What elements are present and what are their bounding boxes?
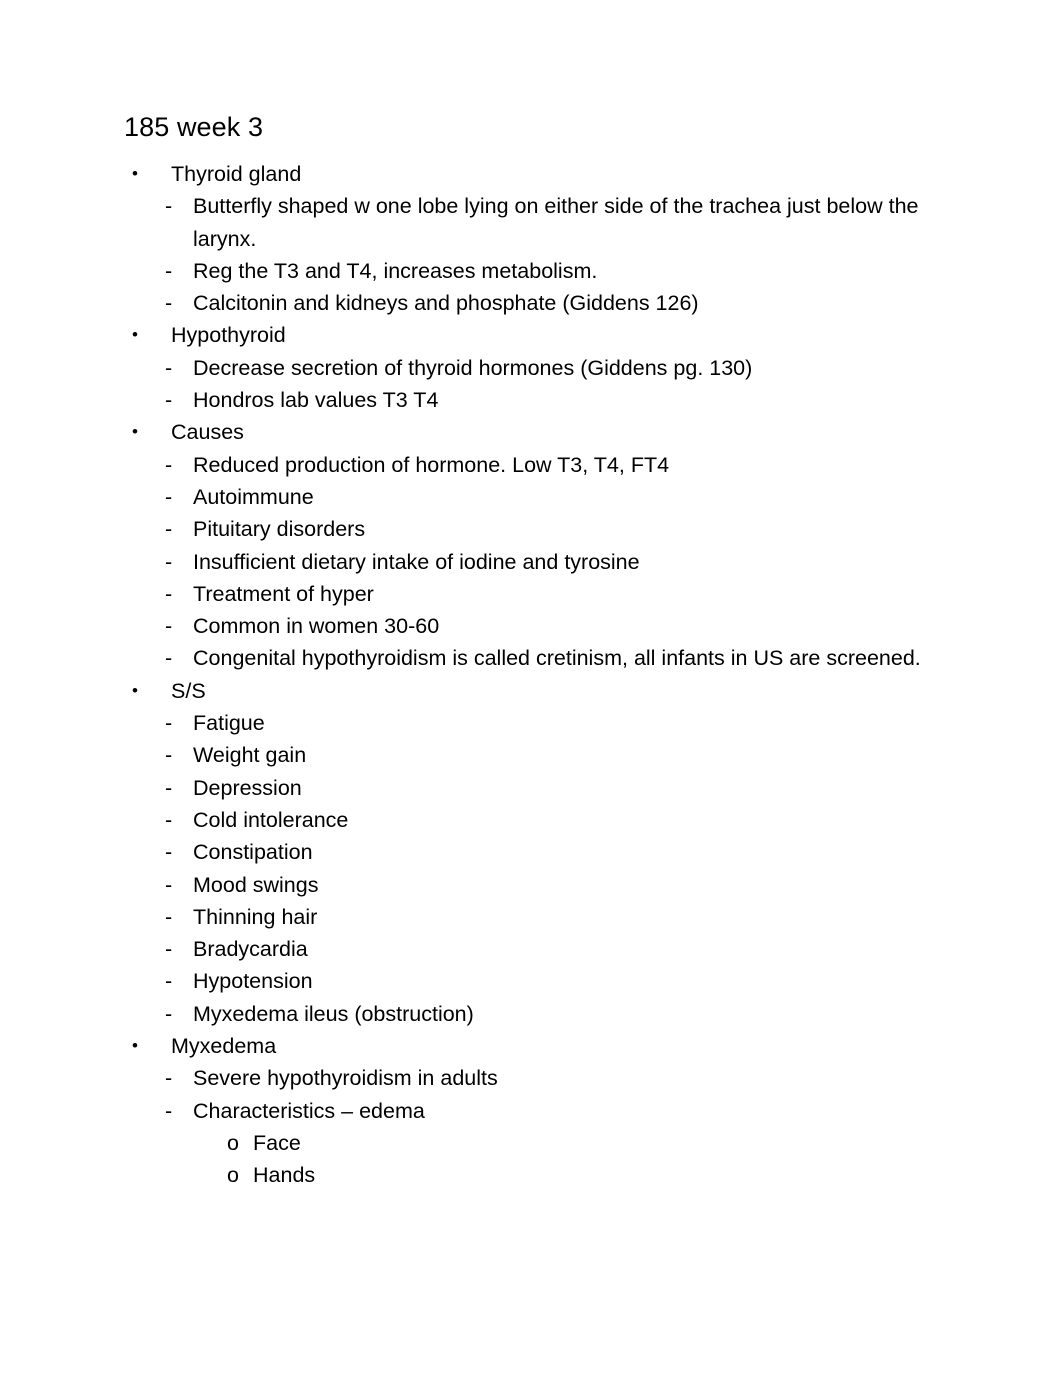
bullet-marker-level-2: -	[165, 581, 173, 606]
outline-item-level-2: - Calcitonin and kidneys and phosphate (G…	[165, 287, 930, 319]
outline-item-text: Reduced production of hormone. Low T3, T…	[193, 452, 670, 477]
outline-list: • Thyroid gland - Butterfly shaped w one lo…	[124, 158, 930, 1192]
outline-item-level-2: - Mood swings	[165, 869, 930, 901]
outline-item-text: Butterfly shaped w one lobe lying on eit…	[193, 194, 919, 251]
outline-item-text: Constipation	[193, 840, 313, 865]
bullet-marker-level-3: o	[227, 1130, 239, 1155]
bullet-marker-level-2: -	[165, 1098, 173, 1123]
page-title: 185 week 3	[124, 112, 264, 142]
outline-item-text: Decrease secretion of thyroid hormones (…	[193, 355, 753, 380]
outline-item-level-2: - Treatment of hyper	[165, 578, 930, 610]
outline-item-text: Hondros lab values T3 T4	[193, 388, 439, 413]
outline-item-text: Thinning hair	[193, 904, 318, 929]
bullet-marker-level-2: -	[165, 194, 173, 219]
outline-item-text: Fatigue	[193, 711, 265, 736]
bullet-marker-level-2: -	[165, 484, 173, 509]
outline-item-text: Myxedema ileus (obstruction)	[193, 1001, 474, 1026]
outline-item-level-2: - Autoimmune	[165, 481, 930, 513]
bullet-marker-level-2: -	[165, 904, 173, 929]
outline-item-level-2: - Reduced production of hormone. Low T3, …	[165, 449, 930, 481]
outline-item-level-3: o Face	[227, 1127, 930, 1159]
bullet-marker-level-2: -	[165, 388, 173, 413]
outline-item-level-2: - Thinning hair	[165, 901, 930, 933]
outline-item-text: Hands	[253, 1163, 316, 1188]
outline-item-level-2: - Cold intolerance	[165, 804, 930, 836]
outline-item-level-1: • S/S	[132, 675, 930, 707]
outline-item-level-2: - Butterfly shaped w one lobe lying on ei…	[165, 190, 930, 255]
outline-item-text: Insufficient dietary intake of iodine an…	[193, 549, 640, 574]
outline-item-level-2: - Common in women 30-60	[165, 610, 930, 642]
outline-item-level-3: o Hands	[227, 1159, 930, 1191]
outline-item-level-2: - Myxedema ileus (obstruction)	[165, 998, 930, 1030]
bullet-marker-level-2: -	[165, 937, 173, 962]
bullet-marker-level-2: -	[165, 775, 173, 800]
bullet-marker-level-1: •	[132, 1036, 138, 1056]
outline-item-level-2: - Insufficient dietary intake of iodine a…	[165, 546, 930, 578]
outline-item-level-2: - Decrease secretion of thyroid hormones …	[165, 352, 930, 384]
outline-item-text: Severe hypothyroidism in adults	[193, 1066, 498, 1091]
outline-item-level-1: • Thyroid gland	[132, 158, 930, 190]
bullet-marker-level-2: -	[165, 1066, 173, 1091]
outline-item-level-2: - Congenital hypothyroidism is called cre…	[165, 642, 930, 674]
outline-item-text: Thyroid gland	[171, 162, 302, 186]
outline-item-level-2: - Reg the T3 and T4, increases metabolism…	[165, 255, 930, 287]
bullet-marker-level-2: -	[165, 549, 173, 574]
outline-item-text: S/S	[171, 678, 206, 703]
bullet-marker-level-1: •	[132, 164, 138, 183]
outline-item-text: Hypothyroid	[171, 323, 286, 348]
outline-item-text: Characteristics – edema	[193, 1098, 425, 1123]
outline-item-text: Pituitary disorders	[193, 517, 366, 542]
outline-item-text: Depression	[193, 775, 302, 800]
outline-item-level-2: - Bradycardia	[165, 933, 930, 965]
bullet-marker-level-2: -	[165, 872, 173, 897]
outline-item-text: Cold intolerance	[193, 807, 349, 832]
outline-item-level-2: - Severe hypothyroidism in adults	[165, 1062, 930, 1094]
outline-item-text: Face	[253, 1130, 301, 1155]
outline-item-level-2: - Depression	[165, 772, 930, 804]
outline-item-text: Hypotension	[193, 969, 313, 994]
outline-item-level-1: • Myxedema	[132, 1030, 930, 1062]
outline-item-level-1: • Hypothyroid	[132, 319, 930, 351]
outline-item-level-2: - Hondros lab values T3 T4	[165, 384, 930, 416]
bullet-marker-level-2: -	[165, 743, 173, 768]
bullet-marker-level-1: •	[132, 680, 138, 700]
outline-item-level-1: • Causes	[132, 416, 930, 448]
bullet-marker-level-2: -	[165, 646, 173, 671]
bullet-marker-level-2: -	[165, 517, 173, 542]
bullet-marker-level-2: -	[165, 291, 173, 316]
outline-item-text: Common in women 30-60	[193, 614, 440, 639]
bullet-marker-level-2: -	[165, 355, 173, 380]
outline-item-level-2: - Characteristics – edema	[165, 1095, 930, 1127]
outline-item-level-2: - Weight gain	[165, 739, 930, 771]
bullet-marker-level-1: •	[132, 325, 138, 345]
outline-item-text: Bradycardia	[193, 937, 308, 962]
bullet-marker-level-2: -	[165, 711, 173, 736]
bullet-marker-level-2: -	[165, 969, 173, 994]
outline-item-text: Causes	[171, 420, 244, 445]
outline-item-text: Mood swings	[193, 872, 319, 897]
bullet-marker-level-2: -	[165, 614, 173, 639]
outline-item-text: Weight gain	[193, 743, 307, 768]
bullet-marker-level-2: -	[165, 807, 173, 832]
bullet-marker-level-2: -	[165, 1001, 173, 1026]
bullet-marker-level-3: o	[227, 1163, 239, 1188]
outline-item-level-2: - Constipation	[165, 836, 930, 868]
outline-item-text: Reg the T3 and T4, increases metabolism.	[193, 258, 598, 283]
bullet-marker-level-2: -	[165, 452, 173, 477]
outline-item-text: Myxedema	[171, 1034, 277, 1059]
outline-item-text: Autoimmune	[193, 484, 314, 509]
outline-item-level-2: - Hypotension	[165, 965, 930, 997]
outline-item-text: Treatment of hyper	[193, 581, 374, 606]
bullet-marker-level-2: -	[165, 258, 173, 283]
outline-item-text: Calcitonin and kidneys and phosphate (Gi…	[193, 291, 699, 316]
outline-item-level-2: - Fatigue	[165, 707, 930, 739]
outline-item-level-2: - Pituitary disorders	[165, 513, 930, 545]
outline-item-text: Congenital hypothyroidism is called cret…	[193, 646, 921, 671]
bullet-marker-level-2: -	[165, 840, 173, 865]
document-page: 185 week 3 • Thyroid gland - Butterfly shap…	[0, 0, 1062, 1377]
bullet-marker-level-1: •	[132, 422, 138, 442]
